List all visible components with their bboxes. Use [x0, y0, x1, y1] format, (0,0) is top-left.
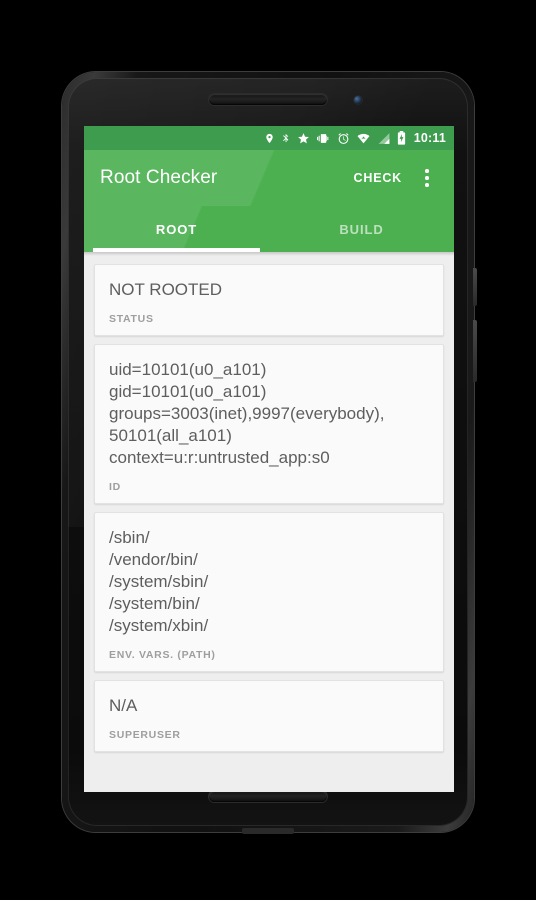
vibrate-icon	[316, 132, 331, 145]
wifi-icon	[356, 132, 371, 145]
tab-bar: ROOT BUILD	[84, 206, 454, 252]
power-button[interactable]	[473, 268, 477, 306]
card-value: NOT ROOTED	[109, 280, 223, 299]
card-value: N/A	[109, 696, 138, 715]
root-info-list: NOT ROOTED STATUS uid=10101(u0_a101) gid…	[84, 256, 454, 792]
card-label: ID	[109, 481, 121, 493]
signal-icon	[377, 132, 391, 145]
card-status[interactable]: NOT ROOTED STATUS	[94, 264, 444, 336]
card-label: STATUS	[109, 313, 154, 325]
card-label: ENV. VARS. (PATH)	[109, 649, 216, 661]
usb-port	[242, 828, 294, 834]
card-superuser[interactable]: N/A SUPERUSER	[94, 680, 444, 752]
star-icon	[297, 132, 310, 145]
overflow-menu-icon[interactable]	[412, 159, 442, 197]
overflow-dot	[425, 176, 429, 180]
volume-button[interactable]	[473, 320, 477, 382]
card-env-vars-path[interactable]: /sbin/ /vendor/bin/ /system/sbin/ /syste…	[94, 512, 444, 672]
bluetooth-icon	[281, 132, 291, 145]
overflow-dot	[425, 183, 429, 187]
overflow-dot	[425, 169, 429, 173]
alarm-icon	[337, 132, 350, 145]
phone-screen: 10:11 Root Checker CHECK ROOT BUILD NOT …	[84, 126, 454, 792]
tab-root[interactable]: ROOT	[84, 206, 269, 252]
card-id[interactable]: uid=10101(u0_a101) gid=10101(u0_a101) gr…	[94, 344, 444, 504]
tab-build[interactable]: BUILD	[269, 206, 454, 252]
check-button[interactable]: CHECK	[344, 163, 412, 193]
app-bar: Root Checker CHECK	[84, 150, 454, 206]
card-label: SUPERUSER	[109, 729, 181, 741]
page-title: Root Checker	[100, 167, 218, 188]
front-camera-icon	[354, 96, 362, 104]
status-bar: 10:11	[84, 126, 454, 150]
location-icon	[264, 132, 275, 145]
screenshot-stage: 10:11 Root Checker CHECK ROOT BUILD NOT …	[0, 0, 536, 900]
card-value: /sbin/ /vendor/bin/ /system/sbin/ /syste…	[109, 528, 209, 635]
bottom-speaker	[209, 791, 327, 802]
status-bar-clock: 10:11	[413, 131, 446, 145]
earpiece-speaker	[209, 94, 327, 105]
card-value: uid=10101(u0_a101) gid=10101(u0_a101) gr…	[109, 360, 385, 467]
tab-selected-indicator	[93, 248, 260, 252]
battery-charging-icon	[397, 131, 406, 145]
